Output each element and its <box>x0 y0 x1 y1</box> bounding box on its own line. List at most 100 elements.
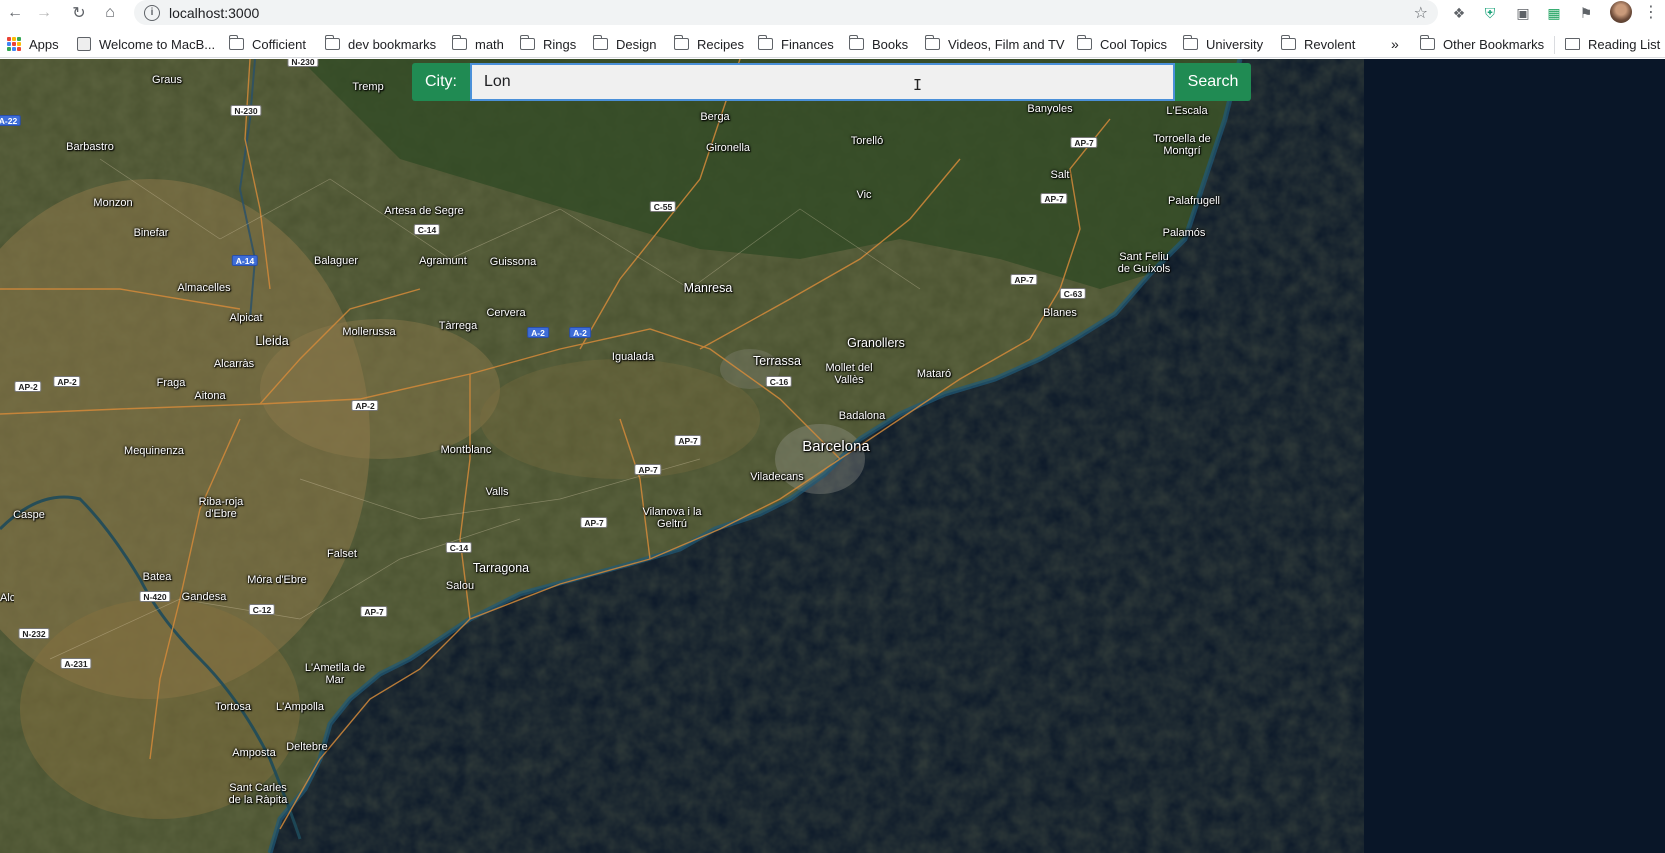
road-shield: N-420 <box>139 591 171 602</box>
extensions-puzzle-icon[interactable]: ⚑ <box>1576 3 1596 23</box>
bookmark-folder-rings[interactable]: Rings <box>519 35 576 53</box>
map-place-label: Tremp <box>352 81 384 93</box>
bookmark-folder-finances[interactable]: Finances <box>757 35 834 53</box>
map-place-label: Falset <box>327 548 357 560</box>
profile-avatar[interactable] <box>1610 1 1632 23</box>
map-place-label: Palafrugell <box>1168 195 1220 207</box>
map-place-label: Riba-roja d'Ebre <box>198 496 244 520</box>
city-input[interactable] <box>470 63 1175 101</box>
bookmarks-bar: Apps Welcome to MacB... Cofficient dev b… <box>0 30 1665 58</box>
map-place-label-barcelona: Barcelona <box>802 438 870 455</box>
map-place-label: Mequinenza <box>124 445 184 457</box>
map-place-label: Vilanova i la Geltrú <box>642 506 702 530</box>
bookmark-label: Videos, Film and TV <box>948 36 1065 52</box>
bookmark-label: Revolent <box>1304 36 1356 52</box>
bookmark-label: dev bookmarks <box>348 36 437 52</box>
folder-icon <box>848 35 864 50</box>
bookmark-welcome[interactable]: Welcome to MacB... <box>77 35 215 53</box>
map-place-label: Banyoles <box>1027 103 1073 115</box>
bookmark-label: Cool Topics <box>1100 36 1167 52</box>
bookmark-folder-books[interactable]: Books <box>848 35 909 53</box>
map-place-label: Badalona <box>838 410 886 422</box>
reading-list-icon <box>1565 38 1580 50</box>
road-shield: N-230 <box>287 59 319 67</box>
bookmark-folder-recipes[interactable]: Recipes <box>673 35 744 53</box>
shield-extension-icon[interactable]: ⛨ <box>1480 3 1500 23</box>
map-place-label: Mollet del Vallès <box>825 362 873 386</box>
map-place-label: Palamós <box>1162 227 1206 239</box>
bookmark-folder-dev-bookmarks[interactable]: dev bookmarks <box>324 35 437 53</box>
road-shield: C-16 <box>765 376 793 387</box>
folder-icon <box>1419 35 1435 50</box>
road-shield: AP-7 <box>1070 137 1098 148</box>
bookmark-apps[interactable]: Apps <box>7 35 59 53</box>
bookmark-folder-cofficient[interactable]: Cofficient <box>228 35 306 53</box>
map-place-label: Almacelles <box>177 282 231 294</box>
road-shield: AP-7 <box>1010 274 1038 285</box>
address-bar[interactable]: i localhost:3000 ☆ <box>134 0 1438 25</box>
browser-menu-icon[interactable]: ⋮ <box>1642 2 1660 24</box>
map-place-label: Barbastro <box>66 141 114 153</box>
road-shield: AP-7 <box>580 517 608 528</box>
bookmark-label: Books <box>872 36 909 52</box>
map-place-label: Alpicat <box>229 312 263 324</box>
road-shield: AP-7 <box>634 464 662 475</box>
folder-icon <box>673 35 689 50</box>
map-place-label: Móra d'Ebre <box>247 574 307 586</box>
map-place-label: Tortosa <box>214 701 252 713</box>
map-place-label: L'Ametlla de Mar <box>304 662 366 686</box>
map-place-label: Manresa <box>683 281 733 295</box>
road-shield: A-231 <box>60 658 92 669</box>
reload-icon[interactable]: ↻ <box>68 2 90 24</box>
bookmark-label: University <box>1206 36 1264 52</box>
road-shield: C-12 <box>248 604 276 615</box>
road-shield: AP-2 <box>351 400 379 411</box>
bookmark-folder-math[interactable]: math <box>451 35 504 53</box>
bookmark-folder-cool-topics[interactable]: Cool Topics <box>1076 35 1167 53</box>
map-place-label: Tarragona <box>472 561 530 575</box>
bookmark-label: Welcome to MacB... <box>99 36 216 52</box>
road-shield: AP-2 <box>14 381 42 392</box>
map-place-label: Deltebre <box>286 741 328 753</box>
map-place-label: Alcarràs <box>213 358 255 370</box>
home-icon[interactable]: ⌂ <box>99 2 121 24</box>
bookmark-folder-design[interactable]: Design <box>592 35 656 53</box>
map-place-label: Binefar <box>133 227 169 239</box>
road-shield: A-2 <box>569 327 591 338</box>
road-shield: C-14 <box>445 542 473 553</box>
forward-arrow-icon[interactable]: → <box>33 2 55 24</box>
camera-icon[interactable]: ▣ <box>1513 3 1533 23</box>
folder-icon <box>1182 35 1198 50</box>
screen-extension-icon[interactable]: ▦ <box>1544 3 1564 23</box>
bookmark-folder-university[interactable]: University <box>1182 35 1264 53</box>
reading-list[interactable]: Reading List <box>1565 35 1660 53</box>
map-place-label: Aitona <box>194 390 226 402</box>
address-url: localhost:3000 <box>169 4 260 21</box>
city-label: City: <box>412 63 470 101</box>
road-shield: C-63 <box>1059 288 1087 299</box>
map-place-label: Sant Carles de la Ràpita <box>228 782 288 806</box>
folder-icon <box>924 35 940 50</box>
folder-icon <box>1280 35 1296 50</box>
map-place-label: Batea <box>142 571 172 583</box>
map-place-label: Salt <box>1050 169 1070 181</box>
bookmark-folder-revolent[interactable]: Revolent <box>1280 35 1356 53</box>
map-place-label: Alcañiz <box>0 592 14 604</box>
search-button[interactable]: Search <box>1175 63 1251 101</box>
other-bookmarks[interactable]: Other Bookmarks <box>1419 35 1544 53</box>
bookmarks-overflow-button[interactable]: » <box>1391 35 1399 53</box>
map-place-label: Sant Feliu de Guíxols <box>1117 251 1171 275</box>
site-info-icon[interactable]: i <box>144 4 160 21</box>
map-place-label: Agramunt <box>419 255 467 267</box>
bookmark-star-icon[interactable]: ☆ <box>1414 3 1428 23</box>
dropbox-icon[interactable]: ❖ <box>1449 3 1469 23</box>
road-shield: AP-2 <box>53 376 81 387</box>
road-shield: A-2 <box>527 327 549 338</box>
apps-grid-icon <box>7 37 21 51</box>
bookmark-folder-videos[interactable]: Videos, Film and TV <box>924 35 1065 53</box>
map-place-label: Gandesa <box>181 591 227 603</box>
map-place-label: Monzon <box>93 197 133 209</box>
satellite-map[interactable]: Graus Tremp Berga Banyoles L'Escala Barb… <box>0 59 1665 853</box>
map-place-label: L'Ampolla <box>276 701 324 713</box>
back-arrow-icon[interactable]: ← <box>4 2 26 24</box>
